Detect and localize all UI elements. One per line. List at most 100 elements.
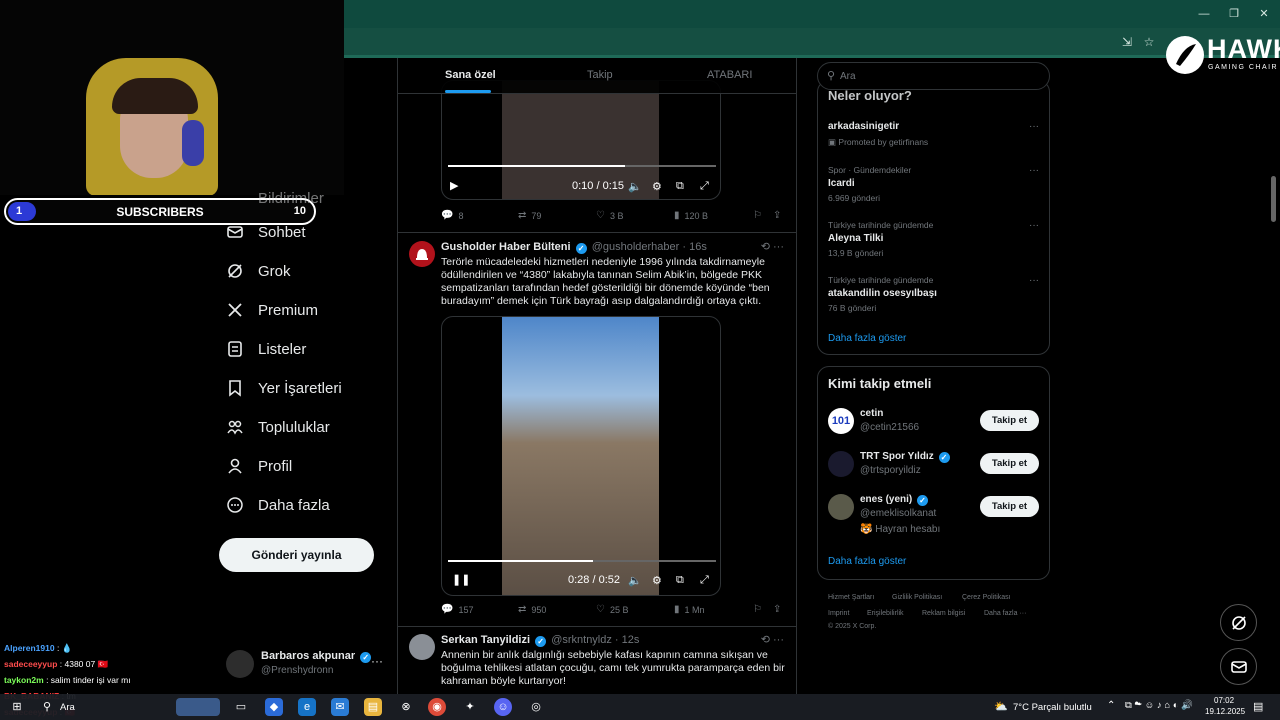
edge-icon[interactable]: e [298,698,316,716]
copilot-icon[interactable]: ◆ [265,698,283,716]
nav-item-more[interactable]: Daha fazla [226,493,330,517]
pip-icon[interactable]: ⧉ [676,574,684,587]
views-button[interactable]: ▮ 1 Mn [674,604,705,615]
avatar[interactable] [409,634,435,660]
trend-title[interactable]: arkadasinigetir [828,121,899,132]
scrollbar[interactable] [1271,176,1276,222]
notification-icon[interactable]: ▤ [1253,700,1263,713]
follow-name[interactable]: enes (yeni) ✓ [860,494,930,506]
avatar[interactable] [828,451,854,477]
search-icon[interactable]: ⚲ [38,698,56,716]
avatar[interactable] [409,241,435,267]
discord-icon[interactable]: ☺ [494,698,512,716]
star-icon[interactable]: ☆ [1141,35,1157,51]
nav-item-premium[interactable]: Premium [226,298,318,322]
footer-link[interactable]: Daha fazla ··· [984,610,1026,617]
tab-atabari[interactable]: ATABARI [707,69,752,81]
app-icon[interactable]: ✦ [461,698,479,716]
messages-float-button[interactable] [1220,648,1257,685]
weather-text[interactable]: 7°C Parçalı bulutlu [1013,702,1092,713]
nav-item-grok[interactable]: Grok [226,259,291,283]
fullscreen-icon[interactable]: ⤢ [700,180,709,193]
pause-icon[interactable]: ❚❚ [452,573,470,586]
trend-title[interactable]: atakandilin osesyılbaşı [828,288,937,299]
volume-icon[interactable]: 🔈 [628,180,642,193]
bookmark-button[interactable]: ⚐ [753,604,767,615]
search-highlight-image[interactable] [176,698,220,716]
follow-button[interactable]: Takip et [980,410,1039,431]
clock-date[interactable]: 19.12.2025 [1205,707,1245,716]
share-button[interactable]: ⇪ [773,604,786,615]
settings-icon[interactable]: ⚙ [652,180,662,193]
more-icon[interactable]: ··· [1029,121,1039,132]
more-icon[interactable]: ··· [371,654,383,668]
restore-button[interactable]: ❐ [1226,6,1242,22]
post-button[interactable]: Gönderi yayınla [219,538,374,572]
nav-item-notifications[interactable]: Bildirimler [226,186,324,210]
like-button[interactable]: ♡ 25 B [596,604,628,615]
footer-link[interactable]: Çerez Politikası [962,594,1011,601]
windows-start-icon[interactable]: ⊞ [8,698,26,716]
follow-name[interactable]: TRT Spor Yıldız ✓ [860,451,952,463]
outlook-icon[interactable]: ✉ [331,698,349,716]
taskbar-search[interactable]: Ara [60,702,75,713]
show-more-link[interactable]: Daha fazla göster [828,556,906,567]
search-box[interactable]: ⚲ Ara [817,62,1050,90]
tray-chevron-icon[interactable]: ⌃ [1107,700,1115,711]
install-app-icon[interactable]: ⇲ [1119,35,1135,51]
avatar[interactable]: 101 [828,408,854,434]
volume-icon[interactable]: 🔈 [628,574,642,587]
footer-link[interactable]: Gizlilik Politikası [892,594,942,601]
bookmark-button[interactable]: ⚐ [753,210,767,221]
nav-item-profile[interactable]: Profil [226,454,292,478]
avatar[interactable] [828,494,854,520]
tweet-author[interactable]: Gusholder Haber Bülteni ✓ @gusholderhabe… [441,241,707,254]
more-icon[interactable]: ··· [1029,275,1039,286]
file-explorer-icon[interactable]: ▤ [364,698,382,716]
search-input[interactable]: Ara [840,71,856,82]
follow-button[interactable]: Takip et [980,453,1039,474]
more-icon[interactable]: ⟲ ··· [761,240,784,253]
grok-float-button[interactable] [1220,604,1257,641]
more-icon[interactable]: ··· [1029,165,1039,176]
nav-item-chat[interactable]: Sohbet [226,220,306,244]
minimize-button[interactable]: — [1196,6,1212,22]
clock-time[interactable]: 07:02 [1214,696,1234,705]
video-progress[interactable] [448,165,716,167]
reply-button[interactable]: 💬 8 [441,210,463,221]
footer-link[interactable]: Reklam bilgisi [922,610,965,617]
follow-button[interactable]: Takip et [980,496,1039,517]
account-switcher[interactable]: Barbaros akpunar ✓ @Prenshydronn ··· [226,646,386,682]
views-button[interactable]: ▮ 120 B [674,210,708,221]
more-icon[interactable]: ··· [1029,220,1039,231]
like-button[interactable]: ♡ 3 B [596,210,623,221]
chrome-icon[interactable]: ◉ [428,698,446,716]
reply-button[interactable]: 💬 157 [441,604,473,615]
show-more-link[interactable]: Daha fazla göster [828,333,906,344]
share-button[interactable]: ⇪ [773,210,786,221]
xbox-icon[interactable]: ⊗ [397,698,415,716]
follow-name[interactable]: cetin [860,408,883,419]
play-icon[interactable]: ▶ [450,179,458,192]
tweet-video[interactable]: ▶ 0:10 / 0:15 🔈 ⚙ ⧉ ⤢ [441,80,721,200]
pip-icon[interactable]: ⧉ [676,180,684,193]
footer-link[interactable]: Imprint [828,610,849,617]
trend-title[interactable]: Icardi [828,178,855,189]
trend-title[interactable]: Aleyna Tilki [828,233,883,244]
more-icon[interactable]: ⟲ ··· [761,633,784,646]
task-view-icon[interactable]: ▭ [232,698,250,716]
nav-item-lists[interactable]: Listeler [226,337,306,361]
fullscreen-icon[interactable]: ⤢ [700,574,709,587]
footer-link[interactable]: Erişilebilirlik [867,610,904,617]
repost-button[interactable]: ⇄ 79 [518,210,541,221]
tweet-video[interactable]: ❚❚ 0:28 / 0:52 🔈 ⚙ ⧉ ⤢ [441,316,721,596]
close-button[interactable]: ✕ [1256,6,1272,22]
footer-link[interactable]: Hizmet Şartları [828,594,874,601]
settings-icon[interactable]: ⚙ [652,574,662,587]
tweet-author[interactable]: Serkan Tanyildizi ✓ @srkntnyldz · 12s [441,634,639,647]
tab-for-you[interactable]: Sana özel [445,69,496,81]
obs-icon[interactable]: ◎ [527,698,545,716]
nav-item-communities[interactable]: Topluluklar [226,415,330,439]
video-progress[interactable] [448,560,716,562]
tab-following[interactable]: Takip [587,69,613,81]
